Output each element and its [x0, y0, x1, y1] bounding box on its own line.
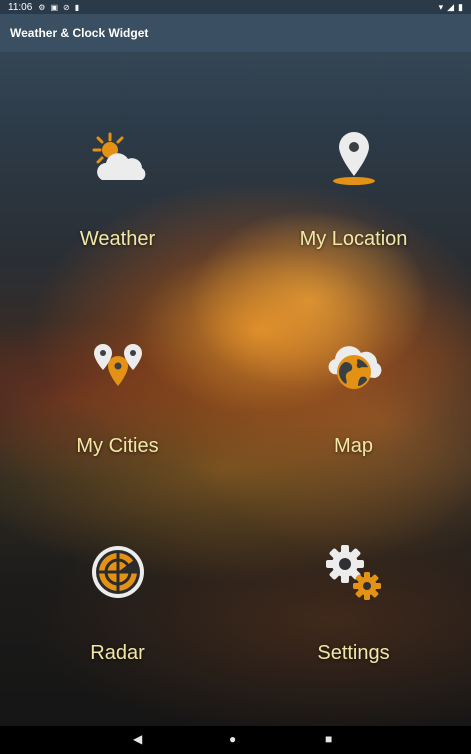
status-bar: 11:06 ⚙ ▣ ⊘ ▮ ▾ ◢ ▮	[0, 0, 471, 14]
wifi-icon: ▾	[438, 1, 444, 12]
tile-label-my-cities: My Cities	[76, 435, 159, 457]
recents-icon[interactable]: ■	[325, 732, 332, 746]
navigation-bar: ◀ ● ■	[0, 726, 471, 754]
tile-radar[interactable]: Radar	[0, 538, 235, 688]
tile-my-cities[interactable]: My Cities	[0, 330, 235, 480]
back-icon[interactable]: ◀	[133, 732, 142, 746]
app-title: Weather & Clock Widget	[10, 26, 149, 40]
tile-settings[interactable]: Settings	[236, 538, 471, 688]
gear-icon: ⚙	[38, 2, 46, 12]
tile-label-radar: Radar	[90, 642, 145, 664]
gears-icon	[325, 545, 381, 600]
tile-weather[interactable]: Weather	[0, 120, 235, 270]
tile-label-weather: Weather	[79, 228, 156, 250]
tile-label-my-location: My Location	[299, 228, 408, 250]
sim-icon: ⊘	[63, 2, 70, 12]
home-icon[interactable]: ●	[229, 732, 236, 746]
tile-label-settings: Settings	[317, 642, 390, 664]
radar-icon	[91, 546, 144, 598]
app-bar: Weather & Clock Widget	[0, 14, 471, 52]
battery-icon: ▮	[458, 1, 463, 12]
sd-card-icon: ▮	[74, 2, 80, 12]
sun-cloud-icon	[92, 132, 145, 180]
globe-cloud-icon	[328, 346, 381, 389]
tile-my-location[interactable]: My Location	[236, 120, 471, 270]
tile-map[interactable]: Map	[236, 330, 471, 480]
notification-icon: ▣	[50, 2, 59, 12]
city-pins-icon	[93, 344, 142, 386]
tile-label-map: Map	[334, 435, 373, 457]
signal-icon: ◢	[447, 1, 455, 12]
status-time: 11:06	[8, 1, 33, 13]
location-pin-icon	[332, 132, 375, 185]
